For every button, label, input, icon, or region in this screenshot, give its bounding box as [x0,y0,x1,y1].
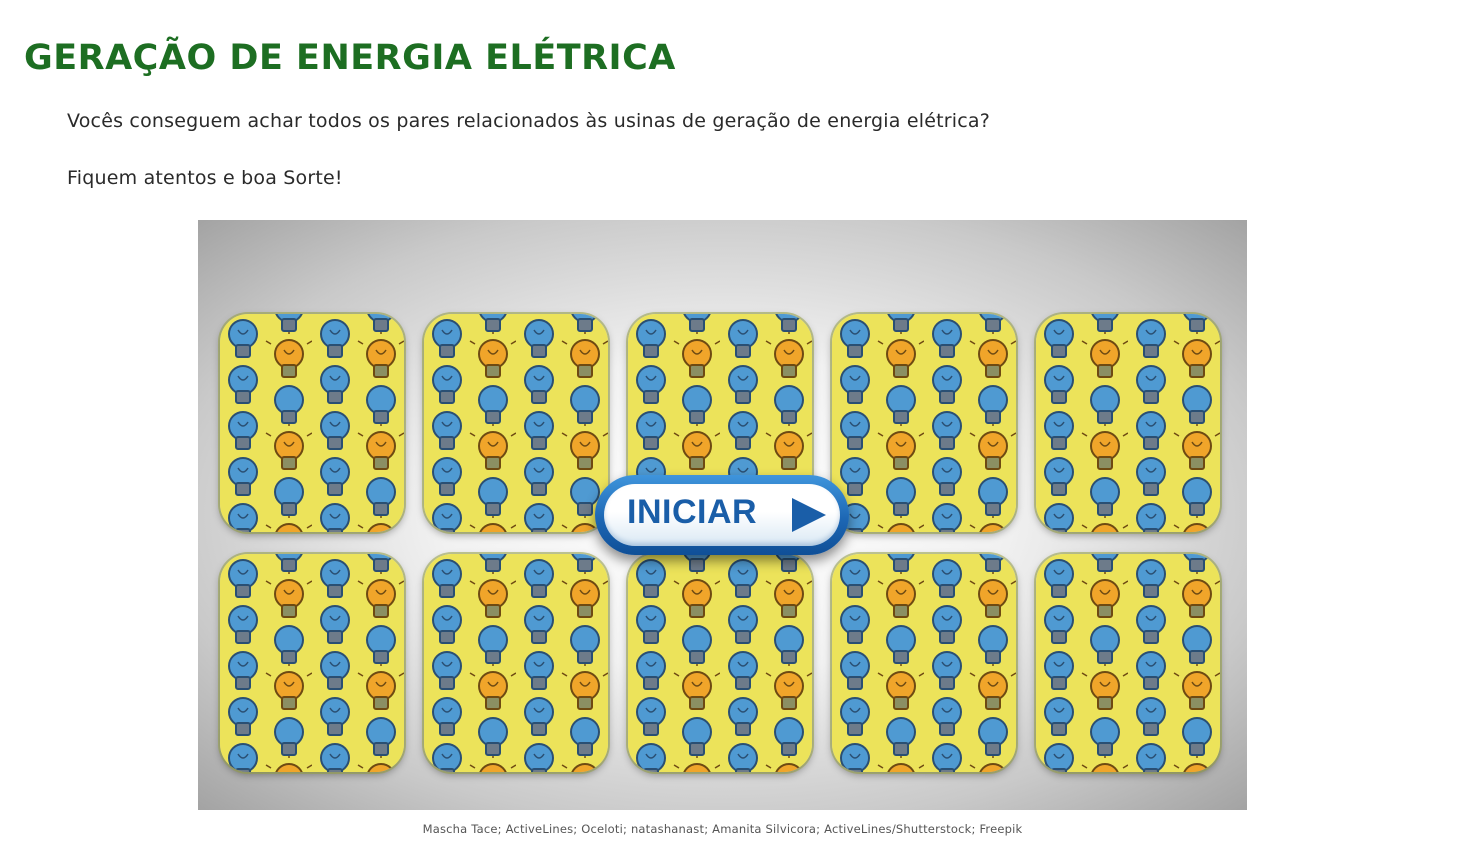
lightbulb-pattern-icon [220,554,404,772]
memory-card[interactable] [424,554,608,772]
play-icon[interactable] [788,496,828,534]
image-credits: Mascha Tace; ActiveLines; Oceloti; natas… [422,822,1023,836]
intro-encouragement: Fiquem atentos e boa Sorte! [67,167,343,189]
lightbulb-pattern-icon [832,314,1016,532]
lightbulb-pattern-icon [628,554,812,772]
lightbulb-pattern-icon [832,554,1016,772]
intro-question: Vocês conseguem achar todos os pares rel… [67,110,990,132]
memory-card[interactable] [220,314,404,532]
memory-card[interactable] [832,554,1016,772]
memory-game: INICIAR [198,220,1247,810]
memory-card[interactable] [220,554,404,772]
lightbulb-pattern-icon [220,314,404,532]
lightbulb-pattern-icon [1036,314,1220,532]
start-button[interactable]: INICIAR [595,475,849,555]
start-button-label[interactable]: INICIAR [627,493,757,532]
lightbulb-pattern-icon [424,314,608,532]
memory-card[interactable] [1036,314,1220,532]
lightbulb-pattern-icon [1036,554,1220,772]
memory-card[interactable] [1036,554,1220,772]
page-title: GERAÇÃO DE ENERGIA ELÉTRICA [24,38,676,78]
memory-card[interactable] [628,554,812,772]
start-button-face[interactable]: INICIAR [604,484,840,546]
memory-card[interactable] [424,314,608,532]
memory-card[interactable] [832,314,1016,532]
lightbulb-pattern-icon [424,554,608,772]
